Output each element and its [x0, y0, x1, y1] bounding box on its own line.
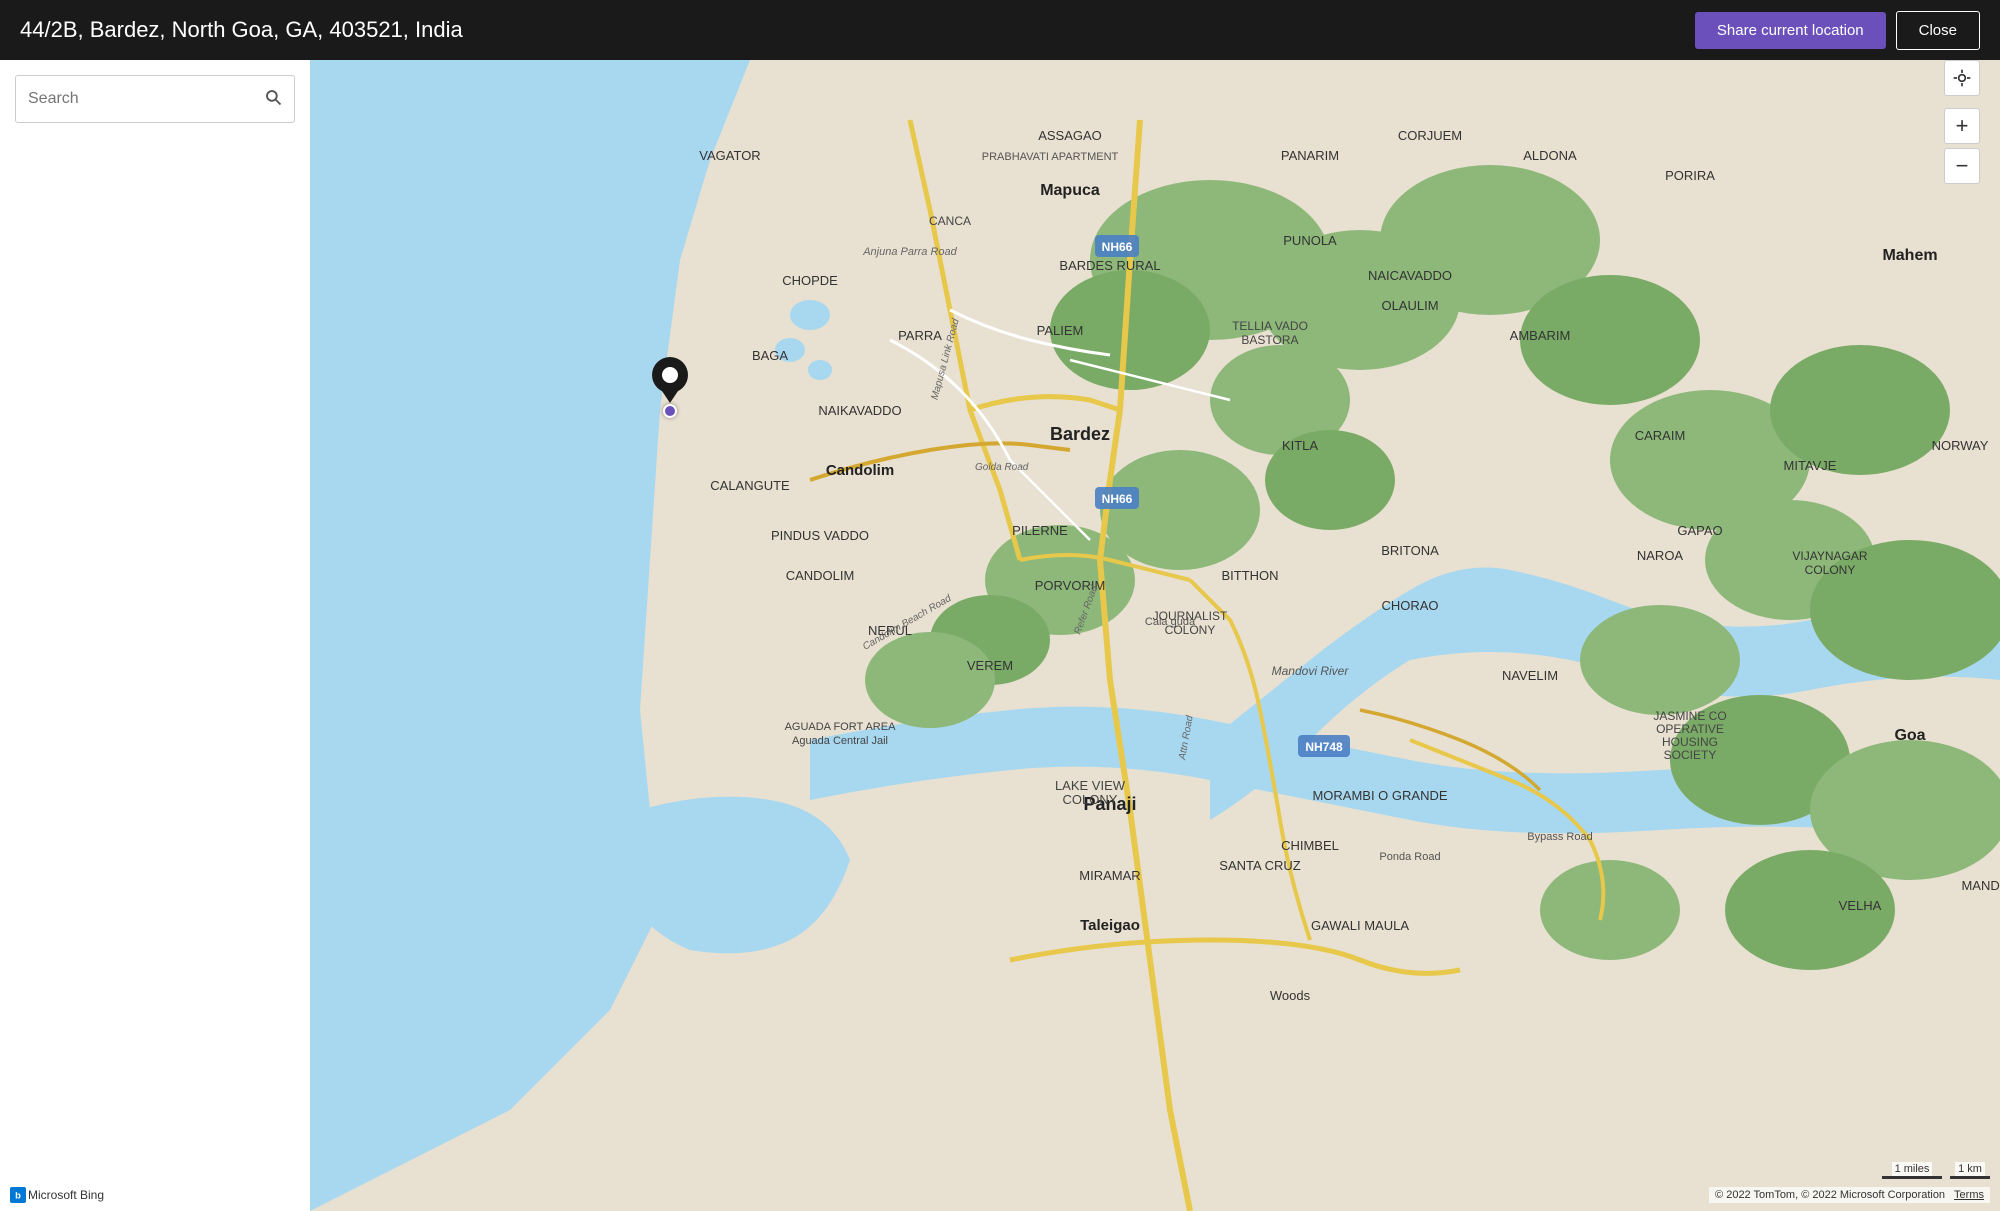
location-title: 44/2B, Bardez, North Goa, GA, 403521, In… [20, 17, 1695, 43]
svg-text:Bypass Road: Bypass Road [1527, 831, 1592, 843]
zoom-out-icon: − [1956, 155, 1969, 177]
svg-text:CHORAO: CHORAO [1381, 598, 1438, 613]
bing-logo: b Microsoft Bing [10, 1187, 104, 1203]
svg-text:LAKE VIEWCOLONY: LAKE VIEWCOLONY [1055, 778, 1126, 807]
scale-km-label: 1 km [1955, 1162, 1985, 1176]
svg-text:NAVELIM: NAVELIM [1502, 668, 1558, 683]
svg-text:CARAIM: CARAIM [1635, 428, 1686, 443]
svg-text:JASMINE COOPERATIVEHOUSINGSOCI: JASMINE COOPERATIVEHOUSINGSOCIETY [1653, 709, 1726, 762]
map-attribution: © 2022 TomTom, © 2022 Microsoft Corporat… [1709, 1187, 1990, 1203]
svg-text:b: b [15, 1190, 21, 1200]
svg-text:PILERNE: PILERNE [1012, 523, 1068, 538]
svg-text:CHOPDE: CHOPDE [782, 273, 838, 288]
svg-text:BRITONA: BRITONA [1381, 543, 1439, 558]
svg-text:Mapuca: Mapuca [1040, 182, 1100, 199]
bing-logo-text: Microsoft Bing [28, 1188, 104, 1202]
svg-text:NAROA: NAROA [1637, 548, 1684, 563]
svg-text:ASSAGAO: ASSAGAO [1038, 128, 1102, 143]
svg-text:Bardez: Bardez [1050, 424, 1110, 444]
scale-km-line [1950, 1176, 1990, 1179]
header-bar: 44/2B, Bardez, North Goa, GA, 403521, In… [0, 0, 2000, 60]
svg-text:GAWALI MAULA: GAWALI MAULA [1311, 918, 1409, 933]
zoom-in-icon: + [1956, 115, 1969, 137]
terms-link[interactable]: Terms [1954, 1189, 1984, 1201]
svg-text:PORIRA: PORIRA [1665, 168, 1715, 183]
map-container[interactable]: NH66 NH66 NH748 ASSAGAO VAGATOR Mapuca P… [310, 60, 2000, 1211]
svg-text:Mandovi River: Mandovi River [1272, 664, 1350, 678]
svg-text:NAICAVADDO: NAICAVADDO [1368, 268, 1452, 283]
svg-text:Taleigao: Taleigao [1080, 917, 1140, 934]
svg-text:ALDONA: ALDONA [1523, 148, 1577, 163]
scale-bar: 1 miles 1 km [1882, 1162, 1990, 1181]
svg-text:GAPAO: GAPAO [1677, 523, 1722, 538]
scale-miles-line [1882, 1176, 1942, 1179]
svg-text:PARRA: PARRA [898, 328, 942, 343]
svg-text:Ponda Road: Ponda Road [1379, 851, 1440, 863]
svg-text:CALANGUTE: CALANGUTE [710, 478, 790, 493]
svg-text:MORAMBI O GRANDE: MORAMBI O GRANDE [1312, 788, 1447, 803]
svg-text:Mahem: Mahem [1882, 247, 1937, 264]
locate-button[interactable] [1944, 60, 1980, 96]
search-panel [0, 60, 310, 1211]
svg-text:CANCA: CANCA [929, 214, 971, 228]
svg-text:VAGATOR: VAGATOR [699, 148, 760, 163]
svg-text:CHIMBEL: CHIMBEL [1281, 838, 1339, 853]
svg-text:CANDOLIM: CANDOLIM [786, 568, 855, 583]
svg-text:VELHA: VELHA [1839, 898, 1882, 913]
scale-miles-label: 1 miles [1892, 1162, 1933, 1176]
svg-text:NORWAY: NORWAY [1932, 438, 1989, 453]
svg-text:VEREM: VEREM [967, 658, 1013, 673]
svg-text:PANARIM: PANARIM [1281, 148, 1339, 163]
svg-text:Golda Road: Golda Road [975, 462, 1029, 473]
svg-text:AMBARIM: AMBARIM [1510, 328, 1571, 343]
zoom-out-button[interactable]: − [1944, 148, 1980, 184]
svg-text:SANTA CRUZ: SANTA CRUZ [1219, 858, 1300, 873]
svg-text:BAGA: BAGA [752, 348, 788, 363]
svg-text:NH66: NH66 [1102, 492, 1133, 506]
svg-text:Woods: Woods [1270, 988, 1311, 1003]
map-location-pin [650, 353, 690, 410]
svg-text:Goa: Goa [1894, 727, 1925, 744]
svg-text:PALIEM: PALIEM [1037, 323, 1084, 338]
svg-text:NH66: NH66 [1102, 240, 1133, 254]
svg-text:CORJUEM: CORJUEM [1398, 128, 1462, 143]
svg-text:MANDUR: MANDUR [1961, 878, 2000, 893]
zoom-in-button[interactable]: + [1944, 108, 1980, 144]
map-controls: + − [1944, 60, 1980, 184]
svg-text:NH748: NH748 [1305, 740, 1343, 754]
search-input[interactable] [15, 75, 295, 123]
svg-text:NAIKAVADDO: NAIKAVADDO [818, 403, 901, 418]
svg-text:BITTHON: BITTHON [1221, 568, 1278, 583]
share-location-button[interactable]: Share current location [1695, 12, 1886, 49]
svg-text:Candolim: Candolim [826, 462, 894, 479]
svg-text:KITLA: KITLA [1282, 438, 1318, 453]
close-button[interactable]: Close [1896, 11, 1980, 50]
svg-text:TELLIA VADOBASTORA: TELLIA VADOBASTORA [1232, 319, 1308, 347]
svg-text:PUNOLA: PUNOLA [1283, 233, 1337, 248]
svg-text:PINDUS VADDO: PINDUS VADDO [771, 528, 869, 543]
svg-text:MIRAMAR: MIRAMAR [1079, 868, 1140, 883]
attribution-text: © 2022 TomTom, © 2022 Microsoft Corporat… [1715, 1189, 1945, 1201]
svg-text:PRABHAVATI APARTMENT: PRABHAVATI APARTMENT [982, 151, 1119, 163]
svg-text:BARDES RURAL: BARDES RURAL [1059, 258, 1160, 273]
svg-text:MITAVJE: MITAVJE [1784, 458, 1837, 473]
svg-text:Anjuna Parra Road: Anjuna Parra Road [862, 246, 957, 258]
svg-text:OLAULIM: OLAULIM [1381, 298, 1438, 313]
